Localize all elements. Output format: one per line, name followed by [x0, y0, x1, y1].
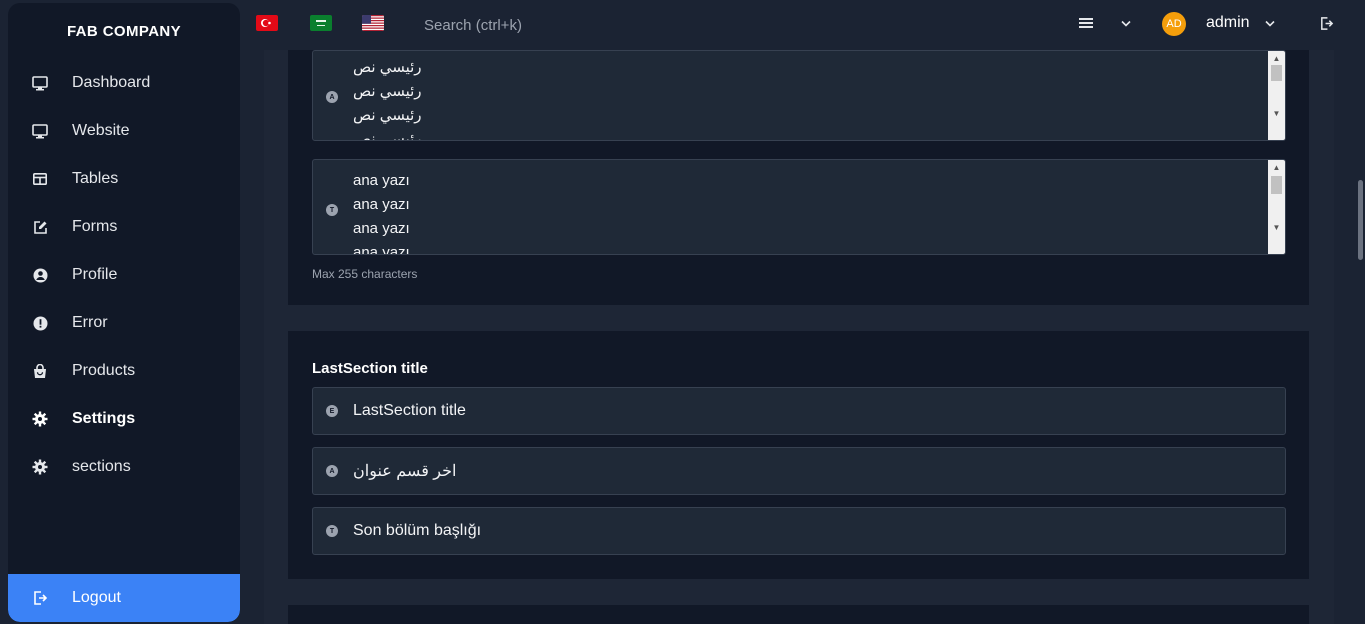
section-title: LastSection title [312, 360, 428, 377]
textarea-line: ana yazı [353, 220, 410, 237]
sidebar-item-label: Forms [72, 218, 118, 235]
avatar[interactable]: AD [1162, 12, 1186, 36]
sidebar-item-label: sections [72, 458, 131, 475]
textarea-content: ana yazı ana yazı ana yazı ana yazı [353, 169, 410, 255]
sidebar-item-label: Products [72, 362, 136, 379]
usa-flag-icon[interactable] [362, 15, 384, 31]
chevron-down-icon[interactable] [1262, 15, 1278, 31]
main-content: A رئيسي نص رئيسي نص رئيسي نص رئيسي نص ▲ … [264, 50, 1334, 624]
next-section-card [288, 605, 1309, 624]
last-section-turkish-field[interactable] [353, 508, 1253, 554]
alert-circle-icon [31, 314, 49, 332]
textarea-scrollbar[interactable]: ▲ ▼ [1268, 51, 1285, 140]
scroll-down-icon[interactable]: ▼ [1268, 106, 1285, 120]
sidebar-item-dashboard[interactable]: Dashboard [8, 67, 240, 99]
main-text-arabic-textarea[interactable]: A رئيسي نص رئيسي نص رئيسي نص رئيسي نص ▲ … [312, 50, 1286, 141]
textarea-line: ana yazı [353, 244, 410, 255]
topbar: AD admin [240, 0, 1365, 50]
lang-badge-english: E [326, 405, 338, 417]
textarea-content: رئيسي نص رئيسي نص رئيسي نص رئيسي نص [353, 56, 422, 141]
sidebar-item-profile[interactable]: Profile [8, 259, 240, 291]
sidebar-item-settings[interactable]: Settings [8, 403, 240, 435]
monitor-icon [31, 74, 49, 92]
chevron-down-icon[interactable] [1118, 15, 1134, 31]
textarea-line: رئيسي نص [353, 59, 422, 76]
monitor-icon [31, 122, 49, 140]
scroll-down-icon[interactable]: ▼ [1268, 220, 1285, 234]
lang-badge-arabic: A [326, 91, 338, 103]
textarea-scrollbar[interactable]: ▲ ▼ [1268, 160, 1285, 254]
saudi-flag-icon[interactable] [310, 15, 332, 31]
sidebar-item-label: Profile [72, 266, 118, 283]
last-section-turkish-input[interactable]: T [312, 507, 1286, 555]
brand-logo[interactable]: FAB COMPANY [8, 3, 240, 59]
sidebar-item-label: Settings [72, 410, 136, 427]
last-section-arabic-input[interactable]: A [312, 447, 1286, 495]
textarea-line: ana yazı [353, 196, 410, 213]
logout-icon [31, 589, 49, 607]
scroll-thumb[interactable] [1271, 65, 1282, 81]
lang-badge-arabic: A [326, 465, 338, 477]
last-section-arabic-field[interactable] [353, 448, 1253, 494]
last-section-english-input[interactable]: E [312, 387, 1286, 435]
textarea-line: رئيسي نص [353, 131, 422, 141]
logout-label: Logout [72, 589, 121, 606]
lang-badge-turkish: T [326, 525, 338, 537]
sidebar-item-tables[interactable]: Tables [8, 163, 240, 195]
user-circle-icon [31, 266, 49, 284]
sidebar-item-website[interactable]: Website [8, 115, 240, 147]
sidebar-item-sections[interactable]: sections [8, 451, 240, 483]
edit-icon [31, 218, 49, 236]
logout-icon[interactable] [1317, 14, 1335, 32]
textarea-line: ana yazı [353, 172, 410, 189]
username[interactable]: admin [1206, 14, 1250, 32]
lang-badge-turkish: T [326, 204, 338, 216]
textarea-line: رئيسي نص [353, 83, 422, 100]
table-icon [31, 170, 49, 188]
sidebar-item-forms[interactable]: Forms [8, 211, 240, 243]
gear-icon [31, 458, 49, 476]
sidebar: FAB COMPANY Dashboard Website Tables For… [8, 3, 240, 622]
textarea-line: رئيسي نص [353, 107, 422, 124]
turkey-flag-icon[interactable] [256, 15, 278, 31]
sidebar-item-error[interactable]: Error [8, 307, 240, 339]
scroll-up-icon[interactable]: ▲ [1268, 51, 1285, 65]
last-section-english-field[interactable] [353, 388, 1253, 434]
logout-button[interactable]: Logout [8, 574, 240, 622]
sidebar-item-label: Tables [72, 170, 119, 187]
scroll-up-icon[interactable]: ▲ [1268, 160, 1285, 174]
sidebar-item-products[interactable]: Products [8, 355, 240, 387]
max-characters-hint: Max 255 characters [312, 267, 418, 281]
page-scrollbar[interactable] [1355, 50, 1365, 624]
shopping-bag-icon [31, 362, 49, 380]
main-text-card: A رئيسي نص رئيسي نص رئيسي نص رئيسي نص ▲ … [288, 50, 1309, 305]
scroll-thumb[interactable] [1271, 176, 1282, 194]
gear-icon [31, 410, 49, 428]
sidebar-item-label: Error [72, 314, 108, 331]
sidebar-item-label: Website [72, 122, 130, 139]
sidebar-item-label: Dashboard [72, 74, 151, 91]
page-scroll-thumb[interactable] [1358, 180, 1363, 260]
main-text-turkish-textarea[interactable]: T ana yazı ana yazı ana yazı ana yazı ▲ … [312, 159, 1286, 255]
search-input[interactable] [424, 10, 724, 40]
last-section-card: LastSection title E A T [288, 331, 1309, 579]
menu-icon[interactable] [1078, 15, 1094, 31]
